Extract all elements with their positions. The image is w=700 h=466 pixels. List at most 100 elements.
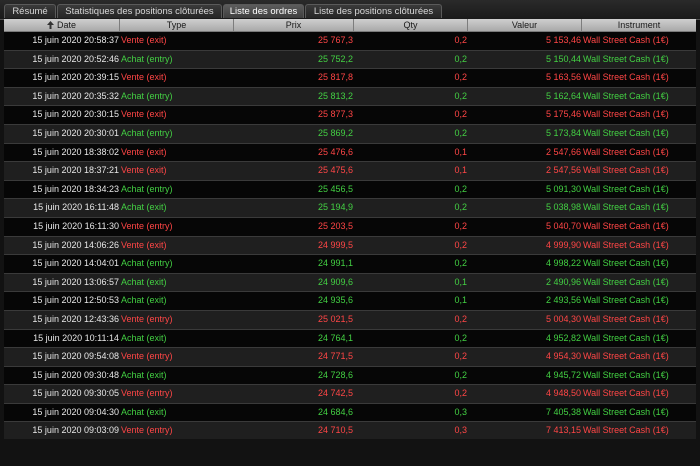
order-value: 5 163,56 — [545, 72, 581, 83]
table-row[interactable]: 15 juin 2020 13:06:57 Achat (exit) 24 909,… — [4, 273, 696, 293]
table-row[interactable]: 15 juin 2020 20:30:01 Achat (entry) 25 869… — [4, 124, 696, 144]
order-qty: 0,2 — [454, 53, 467, 64]
column-header-type[interactable]: Type — [120, 19, 234, 31]
table-row[interactable]: 15 juin 2020 09:30:48 Achat (exit) 24 728,… — [4, 366, 696, 386]
order-price: 25 475,6 — [317, 165, 353, 176]
table-row[interactable]: 15 juin 2020 20:52:46 Achat (entry) 25 752… — [4, 50, 696, 70]
column-header-qty[interactable]: Qty — [354, 19, 468, 31]
order-date: 15 juin 2020 20:39:15 — [32, 72, 119, 83]
order-price: 24 909,6 — [317, 276, 353, 287]
order-type: Achat (exit) — [121, 406, 167, 417]
order-qty: 0,2 — [454, 72, 467, 83]
order-price: 24 728,6 — [317, 369, 353, 380]
order-type: Achat (exit) — [121, 202, 167, 213]
table-row[interactable]: 15 juin 2020 09:30:05 Vente (entry) 24 742… — [4, 385, 696, 404]
order-instrument: Wall Street Cash (1€) — [583, 220, 669, 231]
order-type: Achat (exit) — [121, 332, 167, 343]
order-date: 15 juin 2020 09:30:48 — [32, 369, 119, 380]
order-date: 15 juin 2020 20:30:01 — [32, 127, 119, 138]
order-type: Achat (entry) — [121, 258, 173, 269]
order-date: 15 juin 2020 20:30:15 — [32, 109, 119, 120]
order-instrument: Wall Street Cash (1€) — [583, 53, 669, 64]
order-qty: 0,2 — [454, 90, 467, 101]
order-type: Achat (entry) — [121, 90, 173, 101]
table-row[interactable]: 15 juin 2020 18:34:23 Achat (entry) 25 456… — [4, 180, 696, 200]
order-price: 24 999,5 — [317, 239, 353, 250]
order-price: 25 767,3 — [317, 35, 353, 45]
tab-orders-list[interactable]: Liste des ordres — [223, 4, 304, 18]
order-date: 15 juin 2020 14:04:01 — [32, 258, 119, 269]
order-instrument: Wall Street Cash (1€) — [583, 369, 669, 380]
order-type: Vente (exit) — [121, 72, 167, 83]
column-header-instrument[interactable]: Instrument — [582, 19, 696, 31]
order-instrument: Wall Street Cash (1€) — [583, 313, 669, 324]
table-body: 15 juin 2020 20:58:37 Vente (exit) 25 767,… — [4, 32, 696, 442]
order-date: 15 juin 2020 20:58:37 — [32, 35, 119, 45]
order-value: 5 173,84 — [545, 127, 581, 138]
order-instrument: Wall Street Cash (1€) — [583, 35, 669, 45]
order-value: 2 547,66 — [545, 146, 581, 157]
order-qty: 0,2 — [454, 369, 467, 380]
column-header-prix[interactable]: Prix — [234, 19, 354, 31]
table-row[interactable]: 15 juin 2020 12:50:53 Achat (exit) 24 935,… — [4, 292, 696, 311]
order-type: Vente (entry) — [121, 351, 173, 362]
order-type: Achat (exit) — [121, 276, 167, 287]
order-price: 25 021,5 — [317, 313, 353, 324]
order-value: 5 091,30 — [545, 183, 581, 194]
table-row[interactable]: 15 juin 2020 12:43:36 Vente (entry) 25 021… — [4, 310, 696, 330]
table-row[interactable]: 15 juin 2020 16:11:48 Achat (exit) 25 194,… — [4, 199, 696, 218]
order-value: 4 952,82 — [545, 332, 581, 343]
order-value: 4 954,30 — [545, 351, 581, 362]
order-instrument: Wall Street Cash (1€) — [583, 258, 669, 269]
order-qty: 0,3 — [454, 425, 467, 436]
order-price: 24 991,1 — [317, 258, 353, 269]
order-instrument: Wall Street Cash (1€) — [583, 276, 669, 287]
order-value: 2 490,96 — [545, 276, 581, 287]
tab-resume[interactable]: Résumé — [4, 4, 56, 18]
order-value: 5 038,98 — [545, 202, 581, 213]
table-row[interactable]: 15 juin 2020 18:38:02 Vente (exit) 25 476,… — [4, 143, 696, 163]
order-instrument: Wall Street Cash (1€) — [583, 165, 669, 176]
order-instrument: Wall Street Cash (1€) — [583, 109, 669, 120]
tab-closed-positions-stats[interactable]: Statistiques des positions clôturées — [57, 4, 222, 18]
order-type: Achat (entry) — [121, 127, 173, 138]
order-price: 24 684,6 — [317, 406, 353, 417]
table-row[interactable]: 15 juin 2020 14:06:26 Vente (exit) 24 999,… — [4, 236, 696, 256]
order-date: 15 juin 2020 09:54:08 — [32, 351, 119, 362]
order-instrument: Wall Street Cash (1€) — [583, 406, 669, 417]
order-type: Achat (exit) — [121, 369, 167, 380]
empty-area — [0, 439, 700, 466]
tab-closed-positions-list[interactable]: Liste des positions clôturées — [305, 4, 442, 18]
table-row[interactable]: 15 juin 2020 20:35:32 Achat (entry) 25 813… — [4, 87, 696, 107]
table-row[interactable]: 15 juin 2020 20:58:37 Vente (exit) 25 767,… — [4, 32, 696, 51]
table-row[interactable]: 15 juin 2020 18:37:21 Vente (exit) 25 475,… — [4, 162, 696, 181]
order-value: 7 413,15 — [545, 425, 581, 436]
order-date: 15 juin 2020 20:52:46 — [32, 53, 119, 64]
order-price: 25 813,2 — [317, 90, 353, 101]
orders-panel: Résumé Statistiques des positions clôtur… — [0, 0, 700, 466]
table-row[interactable]: 15 juin 2020 14:04:01 Achat (entry) 24 991… — [4, 255, 696, 274]
column-header-date[interactable]: Date — [4, 19, 120, 31]
table-row[interactable]: 15 juin 2020 10:11:14 Achat (exit) 24 764,… — [4, 329, 696, 349]
order-value: 4 945,72 — [545, 369, 581, 380]
order-value: 5 004,30 — [545, 313, 581, 324]
order-price: 25 877,3 — [317, 109, 353, 120]
order-price: 25 869,2 — [317, 127, 353, 138]
table-row[interactable]: 15 juin 2020 16:11:30 Vente (entry) 25 203… — [4, 217, 696, 237]
order-qty: 0,1 — [454, 146, 467, 157]
order-price: 25 194,9 — [317, 202, 353, 213]
table-row[interactable]: 15 juin 2020 09:04:30 Achat (exit) 24 684,… — [4, 403, 696, 423]
order-instrument: Wall Street Cash (1€) — [583, 127, 669, 138]
table-row[interactable]: 15 juin 2020 20:30:15 Vente (exit) 25 877,… — [4, 106, 696, 125]
order-qty: 0,2 — [454, 332, 467, 343]
order-date: 15 juin 2020 18:38:02 — [32, 146, 119, 157]
order-instrument: Wall Street Cash (1€) — [583, 202, 669, 213]
order-qty: 0,2 — [454, 239, 467, 250]
table-row[interactable]: 15 juin 2020 09:54:08 Vente (entry) 24 771… — [4, 348, 696, 367]
column-header-valeur[interactable]: Valeur — [468, 19, 582, 31]
order-type: Vente (exit) — [121, 165, 167, 176]
order-type: Vente (entry) — [121, 425, 173, 436]
table-row[interactable]: 15 juin 2020 20:39:15 Vente (exit) 25 817,… — [4, 69, 696, 88]
tab-bar: Résumé Statistiques des positions clôtur… — [0, 0, 700, 20]
order-date: 15 juin 2020 13:06:57 — [32, 276, 119, 287]
